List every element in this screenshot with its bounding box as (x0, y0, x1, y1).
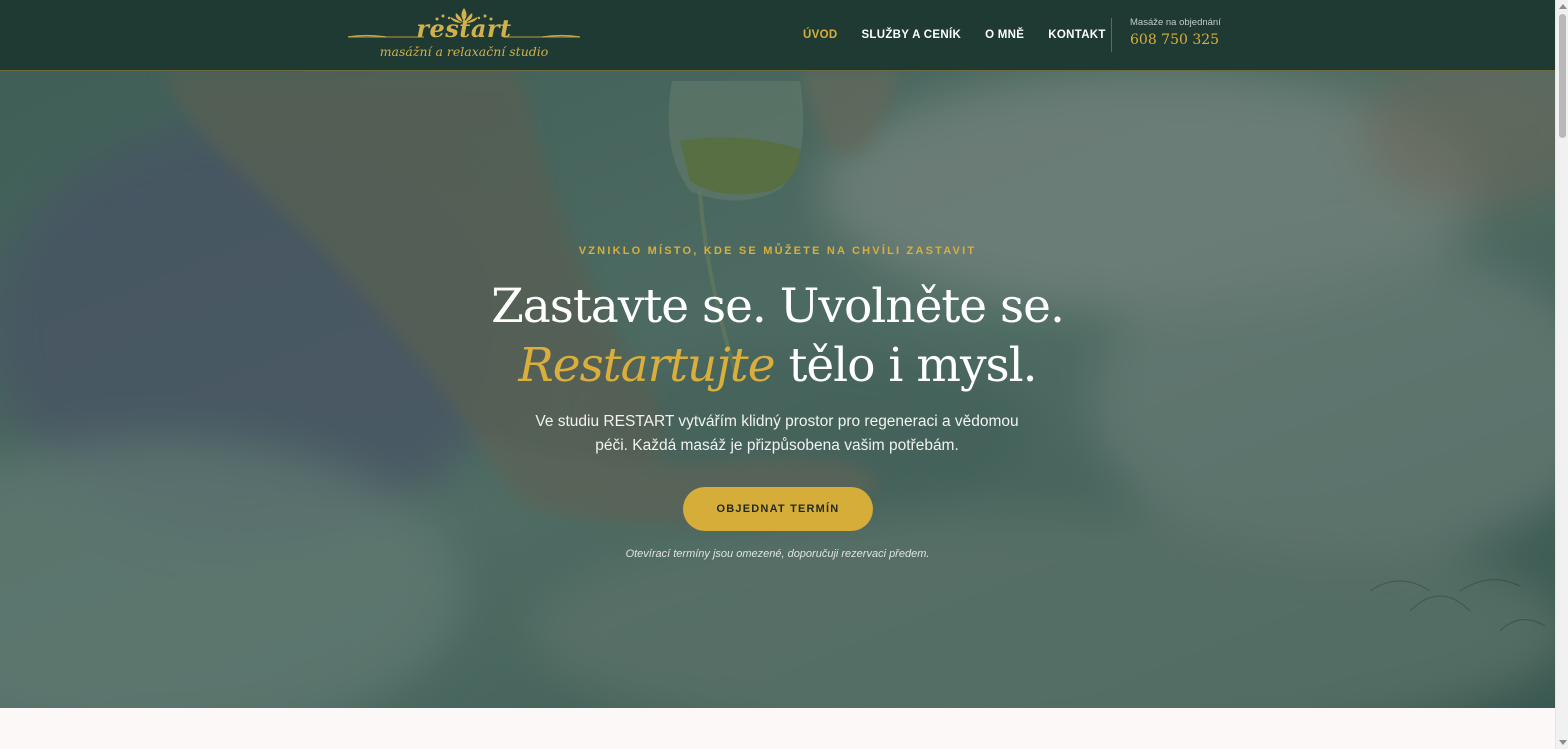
nav-item-uvod[interactable]: ÚVOD (791, 29, 849, 41)
logo-wordmark: restart (416, 14, 512, 43)
hero-lead-text: Ve studiu RESTART vytvářím klidný prosto… (535, 413, 1019, 454)
phone-label: Masáže na objednání (1130, 17, 1221, 28)
scroll-up-arrow-icon[interactable] (1559, 4, 1567, 9)
book-appointment-button[interactable]: OBJEDNAT TERMÍN (683, 487, 873, 531)
hero-headline-rest: tělo i mysl. (774, 338, 1037, 393)
site-header: restart masážní a relaxační studio ÚVOD … (0, 0, 1555, 71)
hero-section: VZNIKLO MÍSTO, KDE SE MŮŽETE NA CHVÍLI Z… (0, 71, 1555, 708)
scroll-down-arrow-icon[interactable] (1559, 740, 1567, 745)
page-viewport: restart masážní a relaxační studio ÚVOD … (0, 0, 1555, 749)
nav-item-o-mne[interactable]: O MNĚ (973, 29, 1036, 41)
hero-note: Otevírací termíny jsou omezené, doporuču… (625, 548, 930, 560)
page-scrollbar[interactable] (1555, 0, 1568, 749)
phone-number-link[interactable]: 608 750 325 (1130, 32, 1219, 48)
next-section (0, 708, 1555, 749)
hero-headline-line2: Restartujte tělo i mysl. (0, 336, 1555, 395)
hero-headline-line1: Zastavte se. Uvolněte se. (491, 279, 1065, 334)
logo-tagline: masážní a relaxační studio (379, 44, 549, 59)
main-nav: ÚVOD SLUŽBY A CENÍK O MNĚ KONTAKT (791, 0, 1118, 70)
hero-headline-accent: Restartujte (518, 338, 775, 393)
nav-divider (1111, 18, 1112, 52)
site-logo[interactable]: restart masážní a relaxační studio (346, 4, 582, 64)
hero-eyebrow: VZNIKLO MÍSTO, KDE SE MŮŽETE NA CHVÍLI Z… (578, 245, 977, 257)
hero-headline: Zastavte se. Uvolněte se. Restartujte tě… (0, 277, 1555, 395)
scrollbar-thumb[interactable] (1559, 14, 1566, 138)
nav-item-kontakt[interactable]: KONTAKT (1036, 29, 1117, 41)
nav-item-sluzby-a-cenik[interactable]: SLUŽBY A CENÍK (849, 29, 973, 41)
